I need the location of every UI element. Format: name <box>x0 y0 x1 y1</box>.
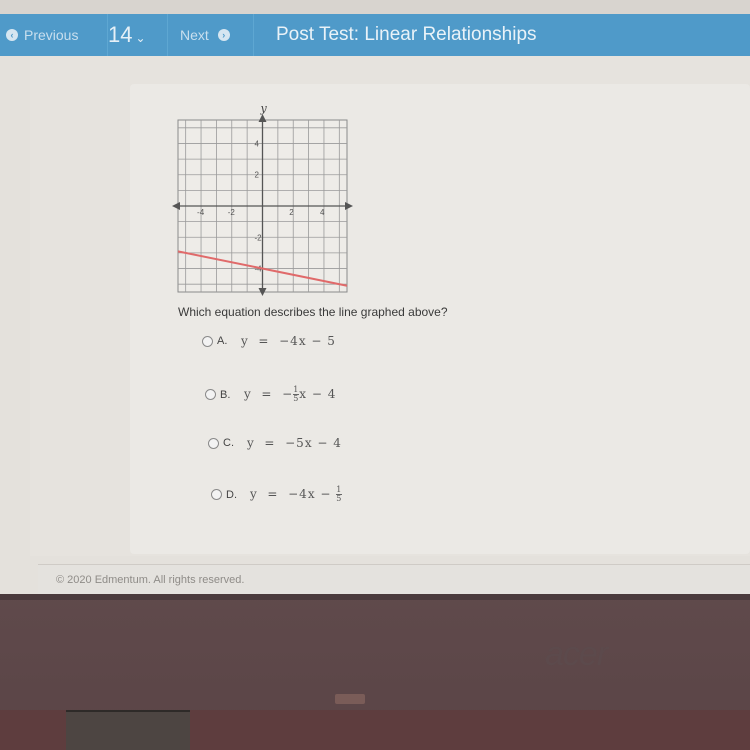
y-tick-label: 2 <box>255 171 260 180</box>
y-axis-label: y <box>260 102 268 115</box>
next-button[interactable]: Next › <box>168 14 254 56</box>
question-number-dropdown[interactable]: 14 ⌄ <box>108 14 168 56</box>
laptop-hinge <box>66 710 190 750</box>
option-equation: y = −5x − 4 <box>247 436 342 450</box>
previous-arrow-icon: ‹ <box>6 29 18 41</box>
x-tick-label: 2 <box>289 208 294 217</box>
x-tick-label: -2 <box>228 208 236 217</box>
next-arrow-icon: › <box>217 29 230 41</box>
x-axis-right-arrow <box>345 202 353 210</box>
brand-logo: acer <box>545 635 608 673</box>
option-letter: D. <box>226 488 237 501</box>
indicator-light <box>335 694 365 704</box>
footer: © 2020 Edmentum. All rights reserved. <box>38 564 750 594</box>
y-tick-label: 4 <box>255 139 260 148</box>
next-label: Next <box>180 27 209 43</box>
option-equation: y = −1 5 x − 4 <box>244 385 337 403</box>
option-letter: A. <box>217 335 228 347</box>
option-b[interactable]: B. y = −1 5 x − 4 <box>205 386 336 403</box>
screen: ‹ Previous 14 ⌄ Next › Post Test: Linear… <box>0 14 750 594</box>
x-tick-label: 4 <box>320 208 325 217</box>
radio-button[interactable] <box>202 335 213 347</box>
page-title: Post Test: Linear Relationships <box>276 24 537 45</box>
radio-button[interactable] <box>211 489 222 500</box>
radio-button[interactable] <box>205 389 216 400</box>
option-a[interactable]: A. y = −4x − 5 <box>202 334 336 348</box>
previous-label: Previous <box>24 27 79 43</box>
x-tick-label: -4 <box>197 208 205 217</box>
browser-tab-strip <box>0 0 750 14</box>
y-tick-label: -2 <box>255 233 263 242</box>
question-text: Which equation describes the line graphe… <box>178 305 448 319</box>
option-letter: B. <box>220 388 231 401</box>
radio-button[interactable] <box>208 437 219 449</box>
copyright-text: © 2020 Edmentum. All rights reserved. <box>56 573 245 586</box>
screen-bezel <box>0 594 750 600</box>
x-axis-left-arrow <box>172 202 180 210</box>
option-equation: y = −4x − 5 <box>241 334 336 348</box>
chevron-down-icon: ⌄ <box>135 31 146 45</box>
coordinate-graph: xy-4-22442-2-4 <box>172 102 353 296</box>
y-axis-up-arrow <box>258 114 267 122</box>
fraction: 15 <box>336 485 343 503</box>
previous-button[interactable]: ‹ Previous <box>0 14 108 56</box>
option-c[interactable]: C. y = −5x − 4 <box>208 436 342 450</box>
option-letter: C. <box>223 437 234 449</box>
option-d[interactable]: D. y = −4x − 15 <box>211 485 343 503</box>
test-navbar: ‹ Previous 14 ⌄ Next › Post Test: Linear… <box>0 14 750 56</box>
question-number: 14 <box>108 22 133 47</box>
option-equation: y = −4x − 15 <box>250 485 343 503</box>
